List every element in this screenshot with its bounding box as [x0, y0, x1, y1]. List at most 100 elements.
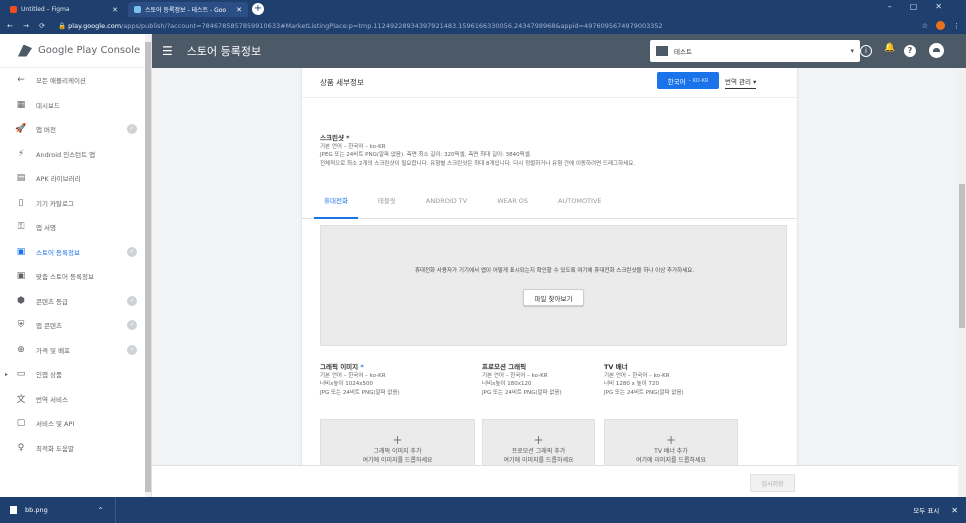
reload-icon[interactable]: ⟳ [36, 22, 48, 30]
menu-icon[interactable]: ☰ [162, 44, 173, 58]
check-circle-icon: ✓ [127, 320, 137, 331]
save-draft-button[interactable]: 임시저장 [750, 474, 795, 492]
sidebar-item-translation-service[interactable]: 文 번역 서비스 [0, 387, 151, 412]
download-shelf: bb.png ^ 모두 표시 ✕ [0, 497, 966, 523]
sidebar-item-label: APK 라이브러리 [36, 175, 81, 184]
sidebar-item-store-listing[interactable]: ▣ 스토어 등록정보 ✓ [0, 240, 151, 265]
figma-icon [10, 6, 17, 13]
play-console-logo[interactable]: Google Play Console [0, 34, 151, 68]
promo-graphic-upload[interactable]: + 프로모션 그래픽 추가 여기에 이미지를 드롭하세요 [482, 419, 595, 465]
close-tab-icon[interactable]: ✕ [236, 6, 242, 14]
app-releases-icon: 🚀 [15, 124, 27, 135]
sidebar-item-label: 가격 및 배포 [36, 346, 71, 355]
bottom-action-bar: 임시저장 [152, 465, 958, 497]
device-tabs: 휴대전화 태블릿 ANDROID TV WEAR OS AUTOMOTIVE [302, 186, 797, 219]
sidebar-item-content-rating[interactable]: ⬢ 콘텐츠 등급 ✓ [0, 289, 151, 314]
sidebar-item-in-app-products[interactable]: ▸ ▭ 인앱 상품 [0, 362, 151, 387]
feature-graphic-upload[interactable]: + 그래픽 이미지 추가 여기에 이미지를 드롭하세요 [320, 419, 475, 465]
sidebar-item-label: 맞춤 스토어 등록정보 [36, 273, 94, 282]
language-button[interactable]: 한국어 – KO-KR [657, 72, 719, 89]
sidebar-item-label: 콘텐츠 등급 [36, 297, 68, 306]
tab-android-tv[interactable]: ANDROID TV [416, 186, 477, 219]
file-icon [10, 506, 17, 514]
new-tab-button[interactable]: + [252, 3, 264, 15]
page-title: 스토어 등록정보 [186, 45, 262, 58]
plus-icon: + [533, 433, 544, 447]
bookmark-star-icon[interactable]: ☆ [922, 22, 928, 30]
chevron-down-icon: ▾ [850, 47, 854, 55]
sidebar-scrollbar[interactable] [145, 34, 151, 497]
browser-tab-figma[interactable]: Untitled – Figma ✕ [4, 2, 124, 17]
browser-menu-icon[interactable]: ⋮ [953, 22, 960, 30]
in-app-products-icon: ▭ [16, 369, 26, 380]
tv-banner-info: TV 배너 기본 언어 – 한국어 – ko-KR 너비 1280 x 높이 7… [604, 363, 684, 396]
app-selector[interactable]: 테스트 ▾ [650, 40, 860, 62]
all-apps-icon: ← [17, 75, 25, 86]
sidebar-item-app-signing[interactable]: ⚿ 앱 서명 [0, 215, 151, 240]
tab-automotive[interactable]: AUTOMOTIVE [548, 186, 611, 219]
sidebar-item-pricing-distribution[interactable]: ⊕ 가격 및 배포 ✓ [0, 338, 151, 363]
window-controls[interactable]: –▢✕ [888, 2, 960, 11]
optimization-tips-icon: ♀ [17, 442, 25, 453]
pricing-distribution-icon: ⊕ [17, 344, 25, 355]
sidebar-item-instant-apps[interactable]: ⚡ Android 인스턴트 앱 [0, 142, 151, 167]
content-rating-icon: ⬢ [17, 295, 25, 306]
sidebar-item-label: 대시보드 [36, 101, 60, 110]
address-bar: ← → ⟳ 🔒 play.google.com/apps/publish/?ac… [0, 17, 966, 34]
sidebar-item-label: 인앱 상품 [36, 371, 62, 380]
sidebar-item-app-releases[interactable]: 🚀 앱 버전 ✓ [0, 117, 151, 142]
forward-icon[interactable]: → [20, 22, 32, 30]
app-signing-icon: ⚿ [17, 222, 25, 233]
tab-tablet[interactable]: 태블릿 [368, 186, 406, 219]
app-bar: ☰ 스토어 등록정보 테스트 ▾ i 🔔 ? [152, 34, 966, 68]
translation-service-icon: 文 [16, 395, 26, 406]
show-all-button[interactable]: 모두 표시 [913, 505, 939, 515]
sidebar-item-dashboard[interactable]: ▦ 대시보드 [0, 93, 151, 118]
store-listing-card: 상품 세부정보 한국어 – KO-KR 번역 관리 ▾ 스크린샷 * 기본 언어 … [302, 68, 797, 465]
services-apis-icon: ▢ [16, 418, 26, 429]
sidebar-item-label: 번역 서비스 [36, 395, 68, 404]
url-input[interactable]: 🔒 play.google.com/apps/publish/?account=… [58, 22, 878, 30]
play-logo-icon [18, 44, 32, 57]
sidebar-item-services-apis[interactable]: ▢ 서비스 및 API [0, 411, 151, 436]
sidebar-item-apk-library[interactable]: ▤ APK 라이브러리 [0, 166, 151, 191]
browser-tab-play-console[interactable]: 스토어 등록정보 - 테스트 - Goo ✕ [128, 2, 248, 17]
browse-files-button[interactable]: 파일 찾아보기 [523, 289, 584, 306]
sidebar-item-label: 앱 서명 [36, 224, 57, 233]
device-catalog-icon: ▯ [18, 197, 24, 208]
app-content-icon: ⛨ [17, 320, 25, 331]
check-circle-icon: ✓ [127, 295, 137, 306]
manage-translations-dropdown[interactable]: 번역 관리 ▾ [725, 76, 757, 89]
play-console-icon [134, 6, 141, 13]
tab-phone[interactable]: 휴대전화 [314, 186, 358, 219]
close-icon[interactable]: ✕ [951, 506, 958, 515]
sidebar-item-all-apps[interactable]: ← 모든 애플리케이션 [0, 68, 151, 93]
chevron-up-icon[interactable]: ^ [98, 507, 103, 514]
sidebar-item-label: 서비스 및 API [36, 420, 75, 429]
sidebar-item-device-catalog[interactable]: ▯ 기기 카탈로그 [0, 191, 151, 216]
apk-library-icon: ▤ [16, 173, 26, 184]
tv-banner-upload[interactable]: + TV 배너 추가 여기에 이미지를 드롭하세요 [604, 419, 738, 465]
sidebar-item-optimization-tips[interactable]: ♀ 최적화 도움말 [0, 436, 151, 461]
tab-wear-os[interactable]: WEAR OS [487, 186, 538, 219]
info-icon[interactable]: i [860, 45, 872, 57]
dashboard-icon: ▦ [16, 99, 26, 110]
screenshot-dropzone[interactable]: 휴대전화 사용자가 기기에서 앱이 어떻게 표시되는지 확인할 수 있도록 여기… [320, 225, 787, 346]
screenshot-section: 스크린샷 * 기본 언어 – 한국어 – ko-KR JPEG 또는 24비트 … [320, 134, 636, 167]
instant-apps-icon: ⚡ [17, 148, 25, 159]
profile-avatar[interactable] [936, 21, 945, 30]
sidebar-item-label: 앱 버전 [36, 126, 57, 135]
expand-icon[interactable]: ▸ [5, 371, 8, 378]
sidebar-item-custom-store-listing[interactable]: ▣ 맞춤 스토어 등록정보 [0, 264, 151, 289]
app-icon [656, 46, 668, 56]
close-tab-icon[interactable]: ✕ [112, 6, 118, 14]
download-item[interactable]: bb.png ^ [0, 497, 116, 523]
bell-icon[interactable]: 🔔 [884, 43, 895, 53]
main-scrollbar[interactable] [958, 68, 966, 497]
main-content: 상품 세부정보 한국어 – KO-KR 번역 관리 ▾ 스크린샷 * 기본 언어 … [152, 68, 958, 465]
sidebar-item-app-content[interactable]: ⛨ 앱 콘텐츠 ✓ [0, 313, 151, 338]
account-avatar[interactable] [929, 43, 944, 58]
plus-icon: + [665, 433, 677, 447]
help-icon[interactable]: ? [904, 45, 916, 57]
back-icon[interactable]: ← [4, 22, 16, 30]
